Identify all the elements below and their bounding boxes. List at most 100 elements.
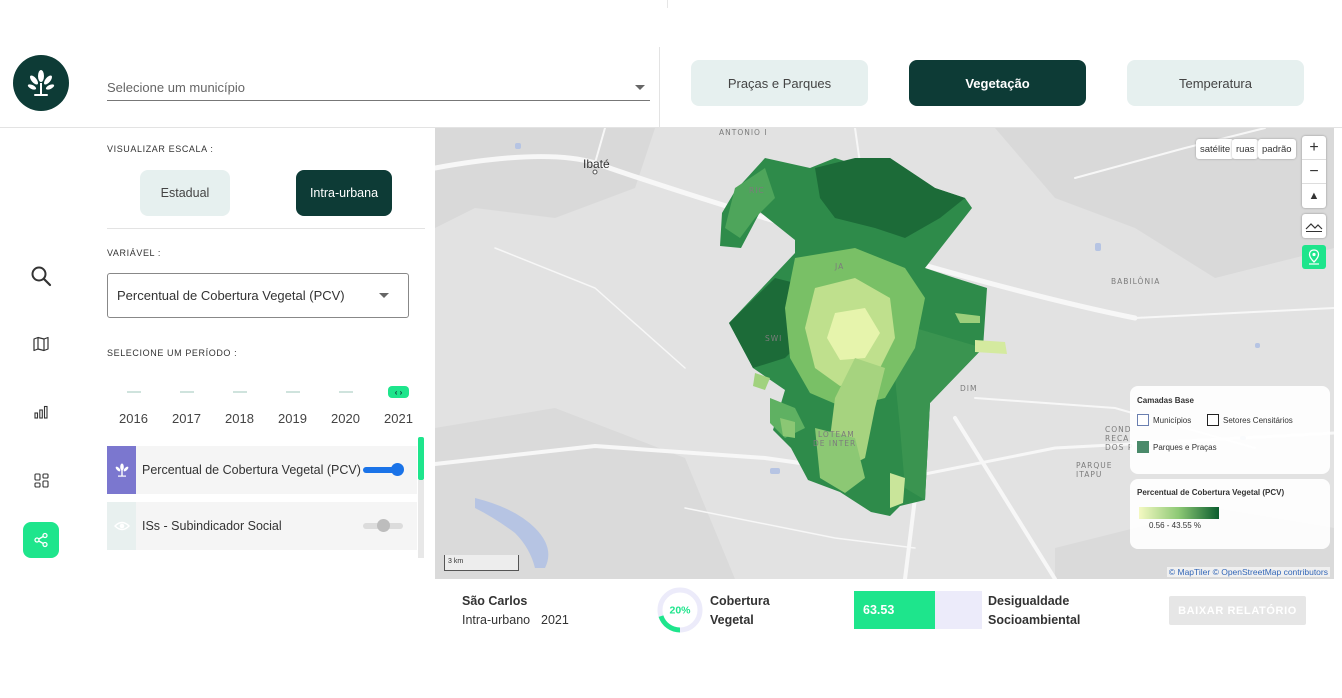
download-report-button[interactable]: BAIXAR RELATÓRIO xyxy=(1169,596,1306,625)
map-style-satellite-button[interactable]: satélite xyxy=(1196,139,1235,159)
chevron-down-icon xyxy=(635,84,645,90)
eye-icon xyxy=(113,521,130,531)
map-attribution[interactable]: © MapTiler © OpenStreetMap contributors xyxy=(1166,567,1330,577)
parques-swatch xyxy=(1137,441,1149,453)
layer-icon-box xyxy=(107,502,136,550)
rail-share[interactable] xyxy=(23,522,59,558)
period-marker-2016[interactable] xyxy=(127,391,141,393)
pcv-legend-gradient xyxy=(1139,507,1219,519)
layers-scrollbar-track[interactable] xyxy=(418,480,424,558)
period-marker-2018[interactable] xyxy=(233,391,247,393)
compass-icon: ▲ xyxy=(1308,190,1320,202)
coverage-label-line1: Cobertura xyxy=(710,594,770,608)
layer-row-pcv[interactable]: Percentual de Cobertura Vegetal (PCV) xyxy=(107,446,417,494)
period-marker-2021-active[interactable]: ‹ › xyxy=(388,386,409,398)
terrain-icon xyxy=(1305,223,1323,232)
pcv-legend: Percentual de Cobertura Vegetal (PCV) 0.… xyxy=(1130,479,1330,549)
zoom-in-button[interactable]: + xyxy=(1302,136,1326,160)
layer-toggle-pcv[interactable] xyxy=(363,461,405,479)
map-style-default-button[interactable]: padrão xyxy=(1258,139,1296,159)
chevron-down-icon xyxy=(379,293,389,298)
year-2020[interactable]: 2020 xyxy=(331,411,360,426)
location-button[interactable] xyxy=(1302,245,1326,269)
rail-map[interactable] xyxy=(23,326,59,362)
zoom-out-button[interactable]: − xyxy=(1302,160,1326,184)
map-view[interactable]: ANTONIO I Ibaté BABILÔNIA PARQUE ITAPU C… xyxy=(435,128,1334,579)
map-icon xyxy=(33,336,49,352)
tab-pracas-parques[interactable]: Praças e Parques xyxy=(691,60,868,106)
rail-search[interactable] xyxy=(23,258,59,294)
base-layer-setores[interactable]: Setores Censitários xyxy=(1207,414,1293,426)
period-marker-2019[interactable] xyxy=(286,391,300,393)
code-brackets-icon: ‹ › xyxy=(394,387,403,397)
grid-icon xyxy=(33,472,49,488)
base-layer-setores-label: Setores Censitários xyxy=(1223,415,1293,425)
map-label-inter: DE INTER xyxy=(813,439,857,448)
map-label-cond-1: COND xyxy=(1105,425,1132,434)
map-label-aim: DIM xyxy=(960,384,978,393)
base-layers-title: Camadas Base xyxy=(1137,396,1194,405)
tree-icon xyxy=(115,463,128,477)
inequality-label-line1: Desigualdade xyxy=(988,594,1070,608)
base-layer-municipios[interactable]: Municípios xyxy=(1137,414,1191,426)
variable-select-value: Percentual de Cobertura Vegetal (PCV) xyxy=(117,288,345,303)
scale-section-label: VISUALIZAR ESCALA : xyxy=(107,144,214,154)
base-layer-municipios-label: Municípios xyxy=(1153,415,1192,425)
top-divider xyxy=(667,0,668,8)
year-2019[interactable]: 2019 xyxy=(278,411,307,426)
base-layer-parques[interactable]: Parques e Praças xyxy=(1137,441,1217,453)
map-label-ja: JA xyxy=(835,262,845,271)
app-logo[interactable] xyxy=(13,55,69,111)
municipality-select[interactable]: Selecione um município xyxy=(107,74,650,101)
footer-year: 2021 xyxy=(541,613,569,627)
tree-logo-icon xyxy=(27,70,55,96)
map-style-streets-button[interactable]: ruas xyxy=(1232,139,1259,159)
share-icon xyxy=(34,532,48,548)
bar-chart-icon xyxy=(34,405,48,419)
map-label-antonio: ANTONIO I xyxy=(719,128,768,137)
map-label-parque-itapu-1: PARQUE xyxy=(1076,461,1113,470)
layers-scrollbar-thumb[interactable] xyxy=(418,437,424,480)
year-2021[interactable]: 2021 xyxy=(384,411,413,426)
variable-section-label: VARIÁVEL : xyxy=(107,248,162,258)
rail-chart[interactable] xyxy=(23,394,59,430)
inequality-bar-fill: 63.53 xyxy=(854,591,936,629)
inequality-label-line2: Socioambiental xyxy=(988,613,1081,627)
coverage-donut: 20% xyxy=(657,587,703,633)
map-label-cond-2: RECA xyxy=(1105,434,1130,443)
map-label-ric: RIC xyxy=(749,186,765,195)
year-2016[interactable]: 2016 xyxy=(119,411,148,426)
variable-select[interactable]: Percentual de Cobertura Vegetal (PCV) xyxy=(107,273,409,318)
coverage-percent: 20% xyxy=(669,605,691,617)
coverage-label-line2: Vegetal xyxy=(710,613,754,627)
location-pin-icon xyxy=(1308,249,1320,265)
layer-toggle-iss[interactable] xyxy=(363,517,405,535)
base-layers-legend: Camadas Base Municípios Setores Censitár… xyxy=(1130,386,1330,474)
year-2017[interactable]: 2017 xyxy=(172,411,201,426)
terrain-button[interactable] xyxy=(1302,214,1326,238)
scale-intra-urbana-button[interactable]: Intra-urbana xyxy=(296,170,392,216)
inequality-value: 63.53 xyxy=(863,603,895,617)
tab-temperatura[interactable]: Temperatura xyxy=(1127,60,1304,106)
year-2018[interactable]: 2018 xyxy=(225,411,254,426)
choropleth-layer xyxy=(720,158,1007,516)
rail-grid[interactable] xyxy=(23,462,59,498)
panel-divider xyxy=(107,228,425,229)
municipios-swatch xyxy=(1137,414,1149,426)
layer-row-iss[interactable]: ISs - Subindicador Social xyxy=(107,502,417,550)
layer-icon-box xyxy=(107,446,136,494)
map-label-swi: SWI xyxy=(765,334,783,343)
layer-label-iss: ISs - Subindicador Social xyxy=(142,519,282,533)
period-marker-2020[interactable] xyxy=(339,391,353,393)
municipality-placeholder: Selecione um município xyxy=(107,79,246,95)
scale-estadual-button[interactable]: Estadual xyxy=(140,170,230,216)
header-divider xyxy=(659,47,660,128)
map-label-babilonia: BABILÔNIA xyxy=(1111,277,1161,286)
tab-vegetacao[interactable]: Vegetação xyxy=(909,60,1086,106)
setores-swatch xyxy=(1207,414,1219,426)
period-marker-2017[interactable] xyxy=(180,391,194,393)
search-icon xyxy=(31,266,52,287)
map-scale-bar: 3 km xyxy=(444,555,519,571)
layer-label-pcv: Percentual de Cobertura Vegetal (PCV) xyxy=(142,463,361,477)
compass-button[interactable]: ▲ xyxy=(1302,184,1326,208)
